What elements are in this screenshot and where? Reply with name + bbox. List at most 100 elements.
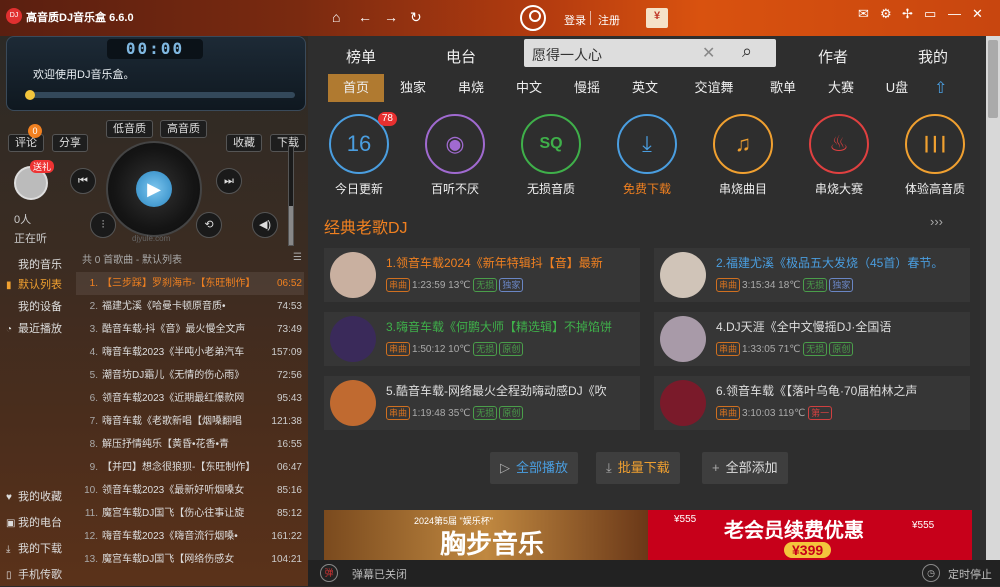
sidebar-item-radio[interactable]: ▣ 我的电台 [0, 512, 76, 534]
volume-icon[interactable]: ◀) [252, 212, 278, 238]
category-medley-tracks[interactable]: ♫ 串烧曲目 [710, 114, 776, 197]
skin-icon[interactable]: ▭ [924, 6, 936, 22]
table-row[interactable]: 11. 魔宫车载DJ国飞【伤心往事让旋 85:12 [76, 502, 304, 525]
progress-handle[interactable] [25, 90, 35, 100]
category-medley-contest[interactable]: ♨ 串烧大赛 [806, 114, 872, 197]
register-link[interactable]: 注册 [598, 12, 620, 28]
table-row[interactable]: 9. 【并四】想念很狼狈-【东旺制作】 06:47 [76, 456, 304, 479]
low-quality-button[interactable]: 低音质 [106, 120, 153, 138]
high-quality-button[interactable]: 高音质 [160, 120, 207, 138]
settings-icon[interactable]: ⚙ [880, 6, 892, 22]
section-title: 经典老歌DJ [324, 220, 408, 237]
tab-authors[interactable]: 作者 [818, 46, 848, 67]
tab-chinese[interactable]: 中文 [504, 74, 554, 102]
equalizer-icon[interactable]: ⫶ [90, 212, 116, 238]
user-avatar-icon[interactable] [520, 5, 546, 31]
danmu-status[interactable]: 弹幕已关闭 [352, 566, 407, 582]
sidebar-item-favorites[interactable]: ♥ 我的收藏 [0, 486, 76, 508]
next-icon[interactable]: ⏭ [216, 168, 242, 194]
promo-banner-vip[interactable]: ¥555 老会员续费优惠 ¥555 ¥399 [648, 510, 972, 560]
table-row[interactable]: 3. 酷音车载-抖《音》最火慢全文声 73:49 [76, 318, 304, 341]
category-lossless[interactable]: SQ 无损音质 [518, 114, 584, 197]
volume-slider[interactable] [288, 146, 294, 246]
category-evergreen[interactable]: ◉ 百听不厌 [422, 114, 488, 197]
timer-icon[interactable]: ◷ [922, 564, 940, 582]
play-all-button[interactable]: ▷ 全部播放 [490, 452, 579, 484]
gift-badge[interactable]: 送礼 [30, 160, 55, 173]
tab-exclusive[interactable]: 独家 [388, 74, 438, 102]
back-icon[interactable]: ← [358, 9, 372, 25]
table-row[interactable]: 13. 魔宫车载DJ国飞【网络伤感女 104:21 [76, 548, 304, 571]
cover-image [660, 316, 706, 362]
sidebar-item-my-music[interactable]: 我的音乐 [0, 254, 76, 276]
tab-medley[interactable]: 串烧 [446, 74, 496, 102]
add-all-button[interactable]: + 全部添加 [702, 452, 788, 484]
share-button[interactable]: 分享 [52, 134, 88, 152]
list-item[interactable]: 5.酷音车载-网络最火全程劲嗨动感DJ《吹 串曲 1:19:48 35℃ 无损 原创 [324, 376, 640, 430]
mini-mode-icon[interactable]: ✢ [902, 6, 913, 22]
tab-playlists[interactable]: 歌单 [758, 74, 808, 102]
forward-icon[interactable]: → [384, 9, 398, 25]
batch-download-button[interactable]: ⤓ 批量下载 [596, 452, 680, 484]
tab-mine[interactable]: 我的 [918, 46, 948, 67]
list-item[interactable]: 2.福建尤溪《极品五大发烧（45首）春节。 串曲 3:15:34 18℃ 无损 独家 [654, 248, 970, 302]
list-item[interactable]: 4.DJ天涯《全中文慢摇DJ·全国语 串曲 1:33:05 71℃ 无损 原创 [654, 312, 970, 366]
sidebar-item-recent[interactable]: ◔ 最近播放 [0, 318, 76, 340]
more-icon[interactable]: ››› [930, 214, 943, 229]
playlist-header: 共 0 首歌曲 - 默认列表 [82, 255, 183, 266]
listener-label: 正在听 [14, 233, 47, 245]
progress-bar[interactable] [27, 92, 295, 98]
table-row[interactable]: 7. 嗨音车载《老歌新唱【烟嗓翻唱 121:38 [76, 410, 304, 433]
tab-ballroom[interactable]: 交谊舞 [684, 74, 744, 102]
list-item[interactable]: 6.领音车载《【落叶乌龟·70届柏林之声 串曲 3:10:03 119℃ 第一 [654, 376, 970, 430]
table-row[interactable]: 6. 领音车载2023《近期最红爆款网 95:43 [76, 387, 304, 410]
up-arrow-icon[interactable]: ⇧ [934, 78, 947, 98]
search-box[interactable]: 愿得一人心 ✕ ⌕ [524, 39, 776, 67]
table-row[interactable]: 10. 领音车载2023《最新好听烟嗓女 85:16 [76, 479, 304, 502]
mail-icon[interactable]: ✉ [858, 6, 869, 22]
sidebar-item-default-list[interactable]: ▮ 默认列表 [0, 274, 76, 296]
list-item[interactable]: 3.嗨音车载《何鹏大师【精选辑】不掉馅饼 串曲 1:50:12 10℃ 无损 原创 [324, 312, 640, 366]
minimize-button[interactable]: — [948, 6, 961, 21]
tab-contest[interactable]: 大赛 [816, 74, 866, 102]
comment-badge: 0 [28, 124, 42, 138]
search-input[interactable]: 愿得一人心 [532, 45, 602, 65]
table-row[interactable]: 12. 嗨音车载2023《嗨音流行烟嗓• 161:22 [76, 525, 304, 548]
heart-icon: ♥ [6, 492, 12, 503]
table-row[interactable]: 2. 福建尤溪《哈曼卡顿原音质• 74:53 [76, 295, 304, 318]
tab-usb[interactable]: U盘 [872, 74, 922, 102]
category-today-update[interactable]: 16 78 今日更新 [326, 112, 397, 197]
timer-stop[interactable]: 定时停止 [948, 566, 992, 582]
table-row[interactable]: 1. 【三步踩】罗刹海市-【东旺制作】 06:52 [76, 272, 304, 295]
vip-gift-icon[interactable]: ¥ [646, 8, 668, 28]
tab-english[interactable]: 英文 [620, 74, 670, 102]
category-free-download[interactable]: ⤓ 免费下载 [614, 114, 680, 197]
scrollbar[interactable] [986, 36, 1000, 560]
clear-icon[interactable]: ✕ [702, 43, 715, 63]
list-menu-icon[interactable]: ☰ [293, 252, 302, 263]
tab-radio[interactable]: 电台 [446, 46, 476, 67]
sidebar-item-phone-transfer[interactable]: ▯ 手机传歌 [0, 564, 76, 586]
promo-banner-contest[interactable]: 2024第5届 "娱乐杯" 胸步音乐 [324, 510, 648, 560]
close-button[interactable]: ✕ [972, 6, 983, 22]
tab-charts[interactable]: 榜单 [346, 46, 376, 67]
refresh-icon[interactable]: ↻ [410, 9, 422, 26]
table-row[interactable]: 5. 潮音坊DJ霜儿《无情的伤心雨》 72:56 [76, 364, 304, 387]
sidebar-item-devices[interactable]: 我的设备 [0, 296, 76, 318]
table-row[interactable]: 4. 嗨音车载2023《半吨小老弟汽车 157:09 [76, 341, 304, 364]
prev-icon[interactable]: ⏮ [70, 168, 96, 194]
login-link[interactable]: 登录 [564, 12, 586, 28]
home-icon[interactable]: ⌂ [332, 9, 340, 25]
tab-slow-rock[interactable]: 慢摇 [562, 74, 612, 102]
danmu-icon[interactable]: 弹 [320, 564, 338, 582]
category-hq-experience[interactable]: ┃┃┃ 体验高音质 [902, 114, 968, 197]
sidebar-item-downloads[interactable]: ⤓ 我的下载 [0, 538, 76, 560]
list-item[interactable]: 1.领音车载2024《新年特辑抖【音】最新 串曲 1:23:59 13℃ 无损 独家 [324, 248, 640, 302]
scrollbar-thumb[interactable] [988, 40, 998, 118]
table-row[interactable]: 8. 解压抒情纯乐【黄昏•花香•青 16:55 [76, 433, 304, 456]
search-icon[interactable]: ⌕ [742, 41, 752, 62]
play-button[interactable]: ▶ [136, 171, 172, 207]
loop-icon[interactable]: ⟲ [196, 212, 222, 238]
tab-home[interactable]: 首页 [328, 74, 384, 102]
favorite-button[interactable]: 收藏 [226, 134, 262, 152]
